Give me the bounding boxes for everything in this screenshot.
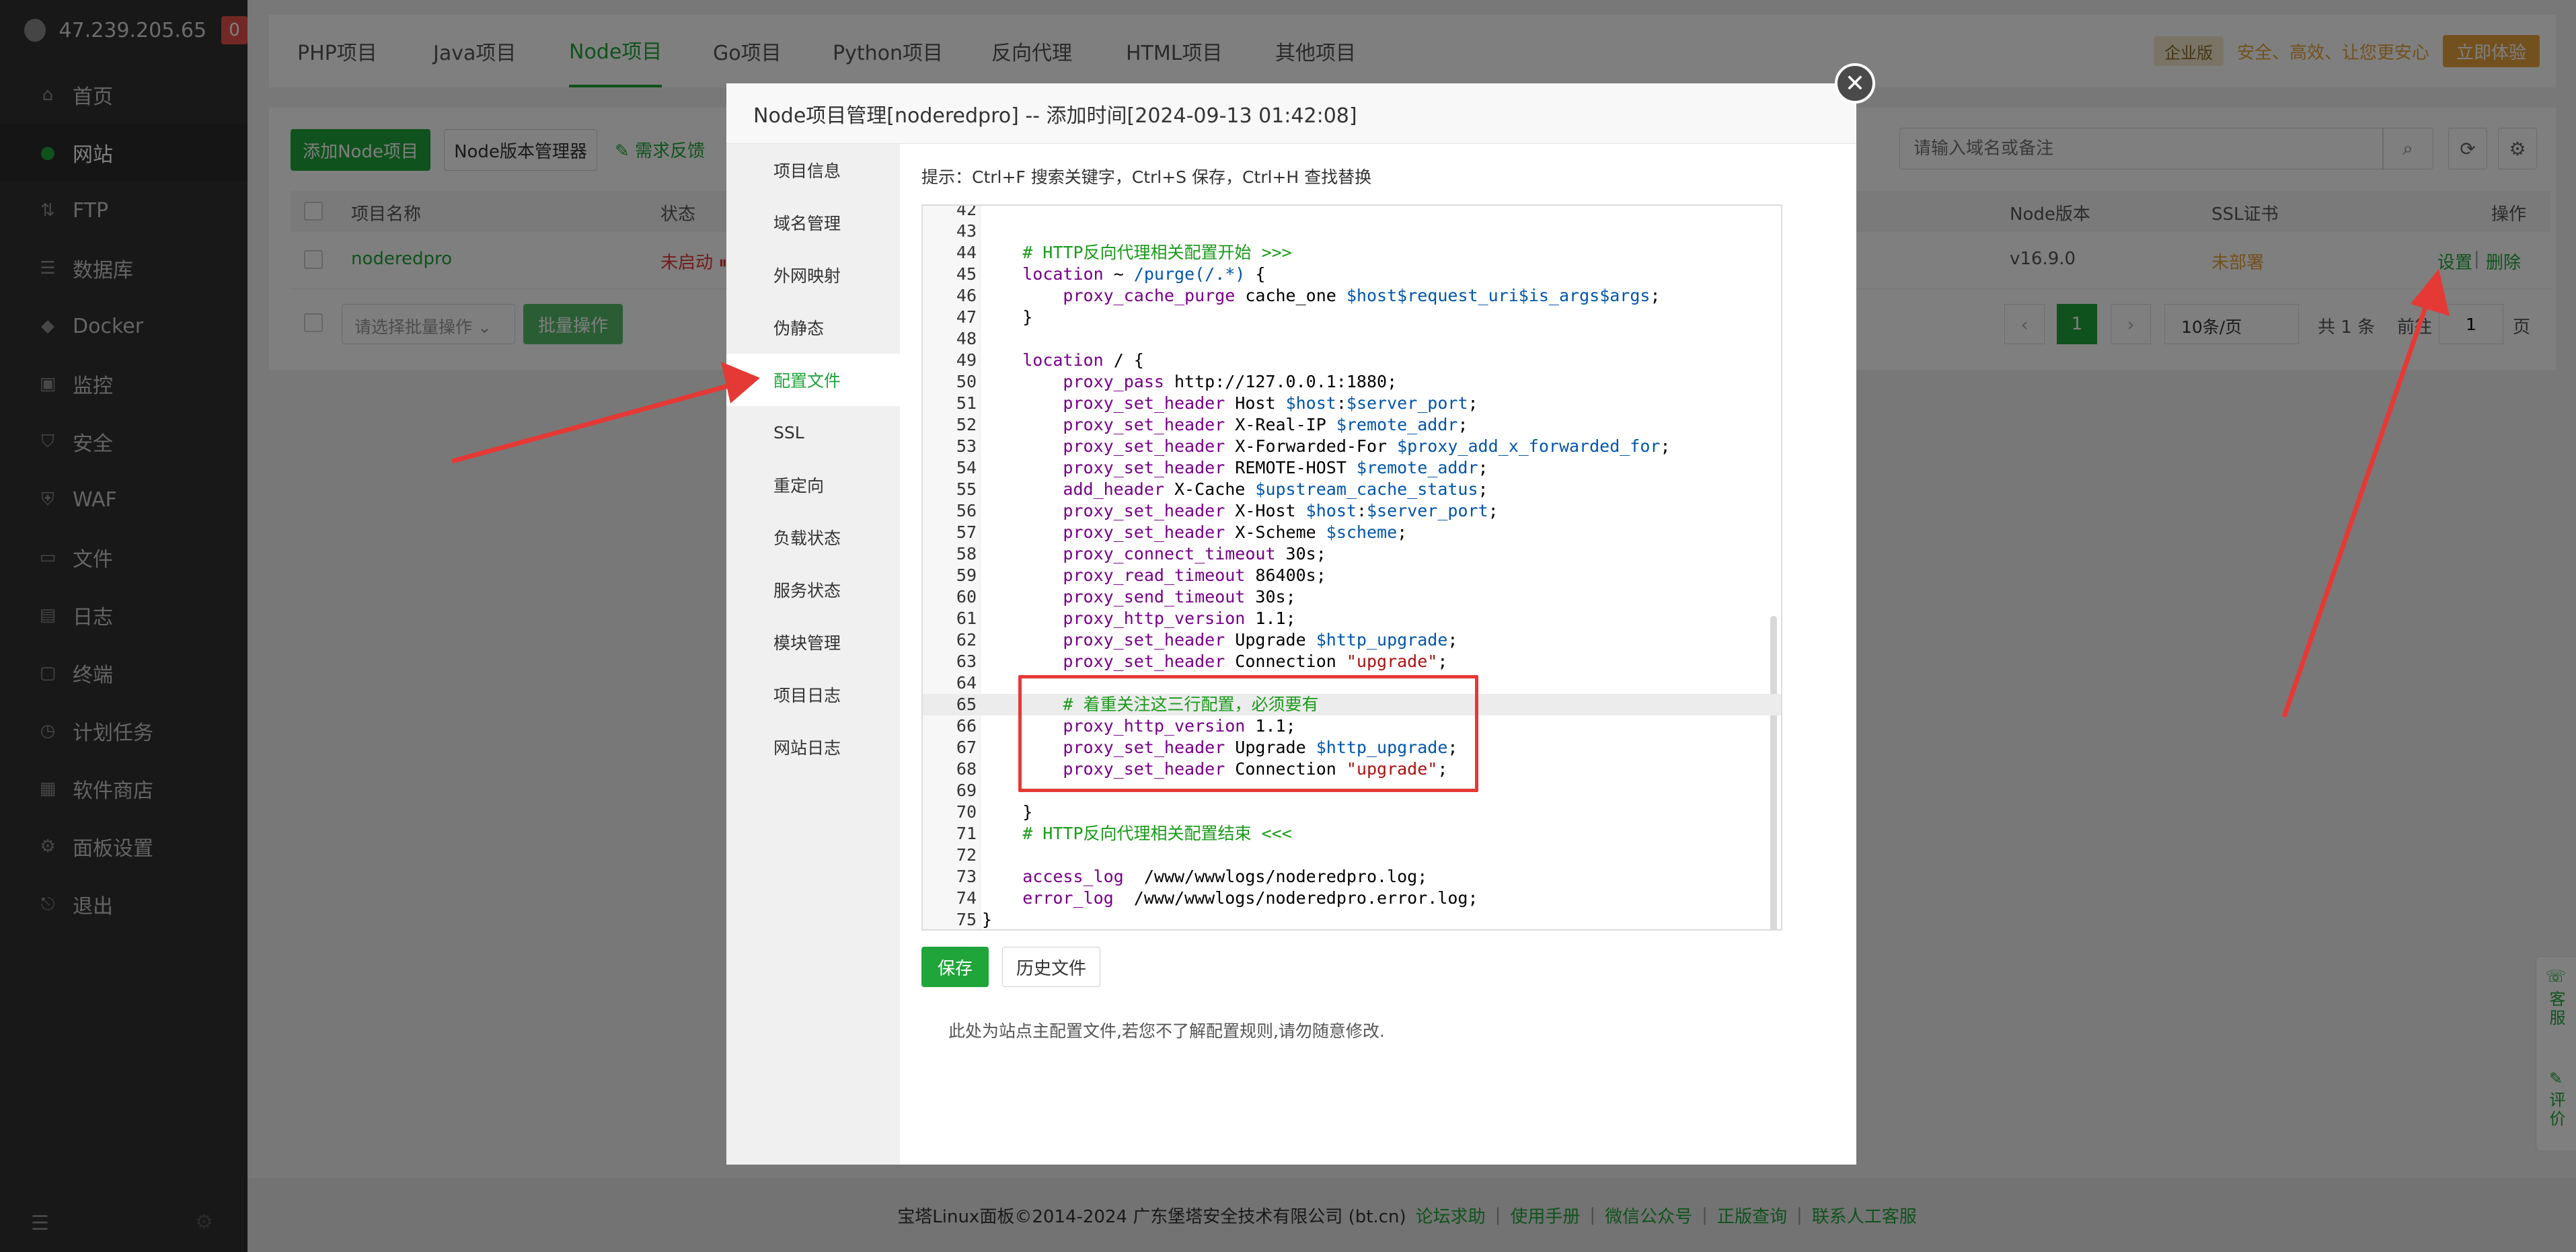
arrow-to-settings-link: [2281, 269, 2450, 718]
arrow-to-config-tab: [451, 362, 760, 464]
annotation-arrows: [451, 269, 2450, 718]
